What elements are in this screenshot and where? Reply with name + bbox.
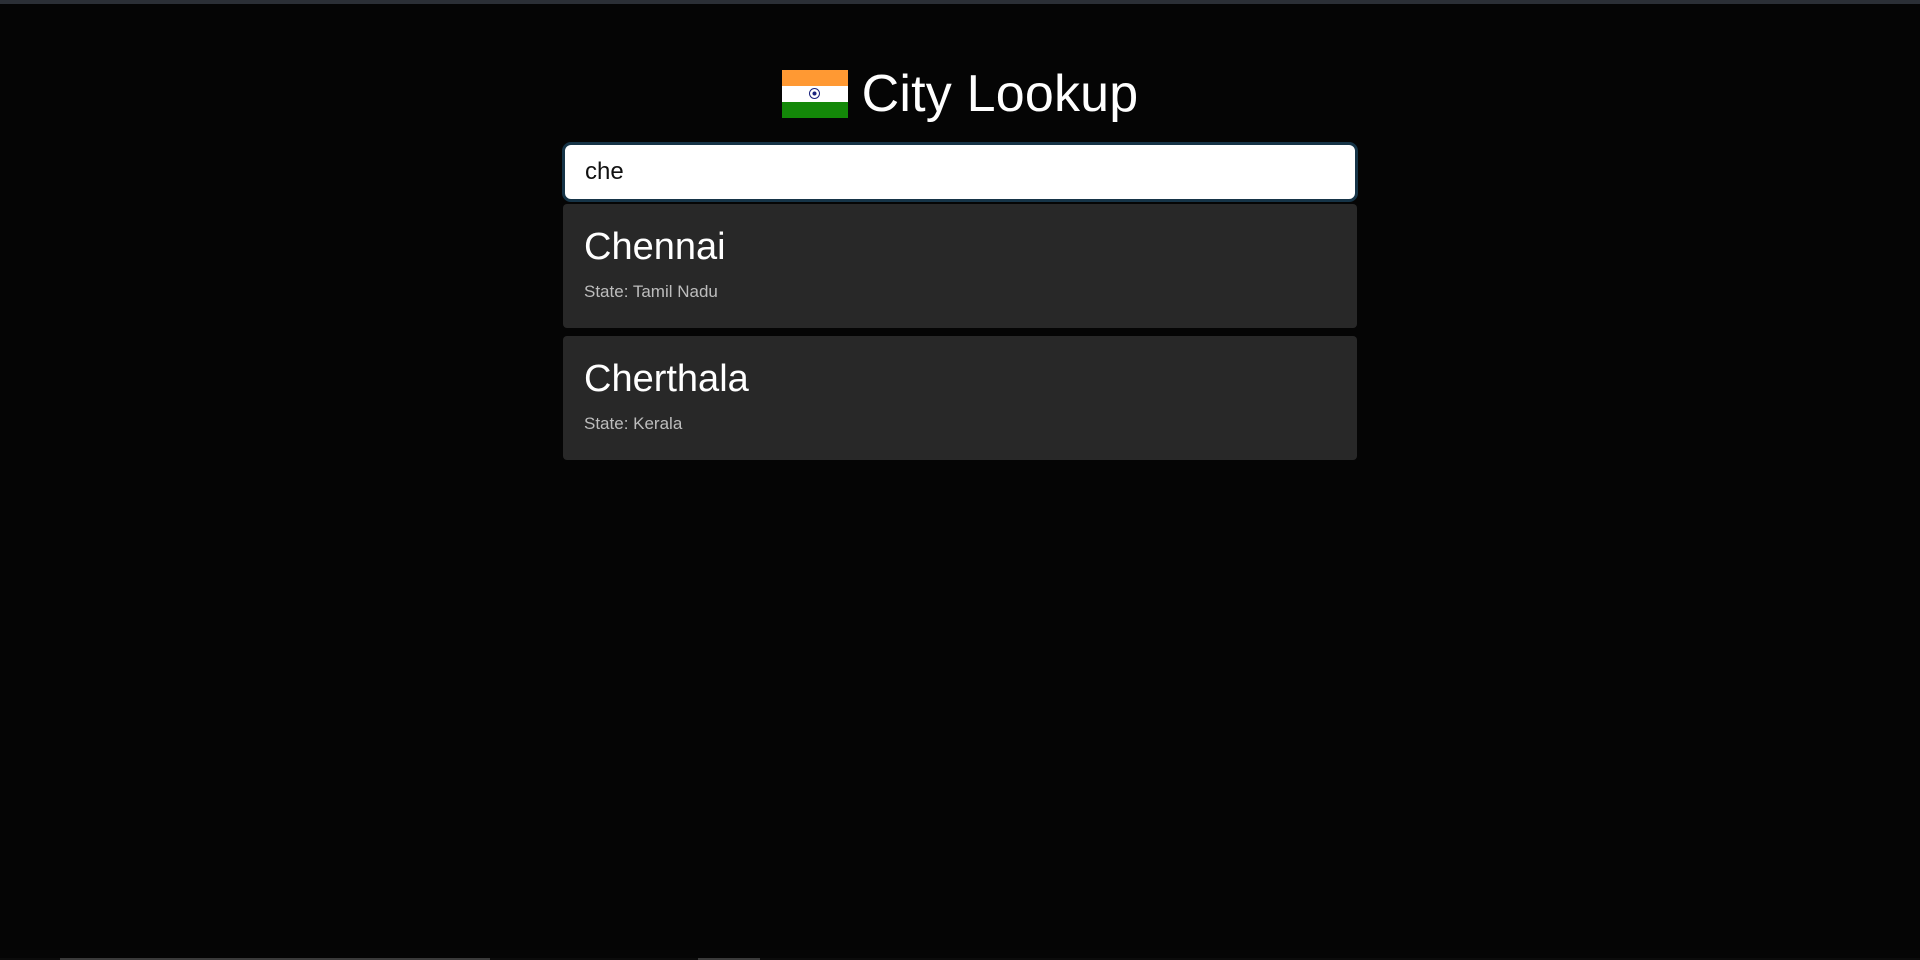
page-header: City Lookup xyxy=(0,64,1920,124)
search-box[interactable] xyxy=(562,142,1358,202)
result-item-chennai[interactable]: Chennai State: Tamil Nadu xyxy=(563,204,1357,328)
city-name: Chennai xyxy=(584,226,726,268)
flag-green-band xyxy=(781,102,848,118)
page-title: City Lookup xyxy=(861,65,1139,123)
search-input[interactable] xyxy=(565,145,1355,199)
window-top-bar xyxy=(0,0,1920,4)
state-label: State: Kerala xyxy=(584,414,683,433)
results-list: Chennai State: Tamil Nadu Cherthala Stat… xyxy=(563,204,1357,468)
state-label: State: Tamil Nadu xyxy=(584,282,718,301)
city-name: Cherthala xyxy=(584,358,749,400)
flag-saffron-band xyxy=(781,70,848,86)
result-item-cherthala[interactable]: Cherthala State: Kerala xyxy=(563,336,1357,460)
india-flag-icon xyxy=(781,70,848,118)
ashoka-chakra-icon xyxy=(808,88,820,99)
